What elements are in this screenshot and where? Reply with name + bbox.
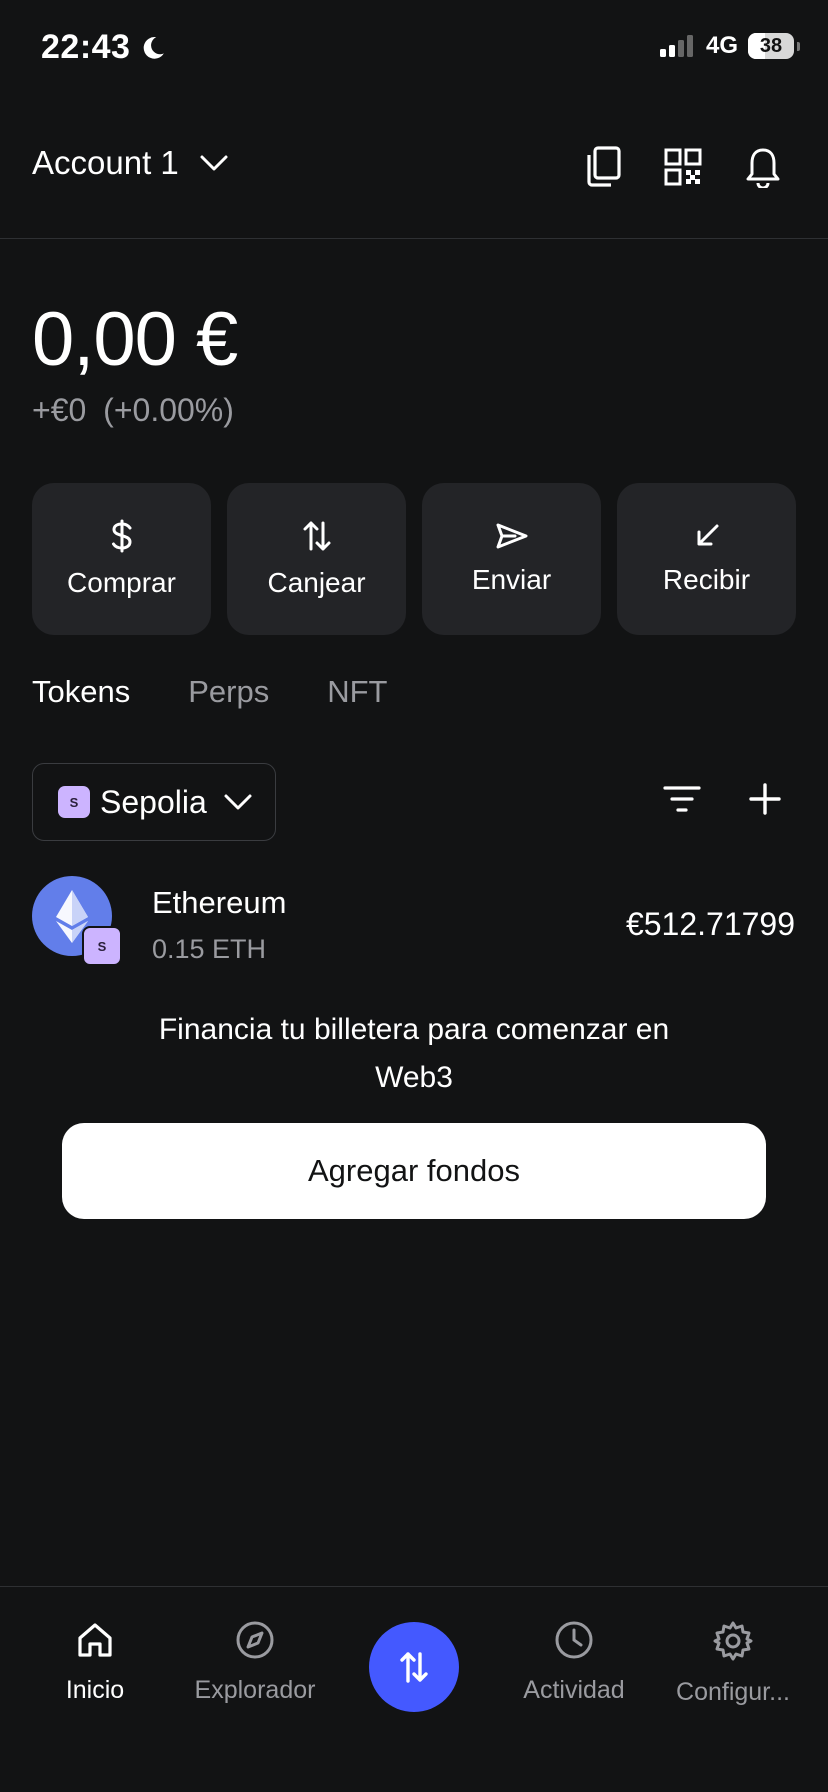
token-row[interactable]: S Ethereum 0.15 ETH €512.71799: [0, 866, 828, 976]
chevron-down-icon: [200, 155, 228, 171]
tab-tokens[interactable]: Tokens: [32, 674, 130, 710]
account-label: Account 1: [32, 144, 179, 181]
header-actions: [584, 146, 782, 188]
token-network-badge: S: [82, 926, 122, 966]
account-selector[interactable]: Account 1: [32, 144, 229, 182]
balance-change: +€0 (+0.00%): [32, 392, 234, 429]
notifications-button[interactable]: [744, 146, 782, 188]
filter-button[interactable]: [662, 784, 702, 814]
nav-divider: [0, 1586, 828, 1587]
compass-icon: [236, 1621, 274, 1659]
send-label: Enviar: [471, 564, 552, 595]
nav-item-home[interactable]: Inicio: [15, 1620, 175, 1705]
token-value: €512.71799: [625, 906, 795, 942]
swap-label: Canjear: [267, 567, 366, 598]
signal-icon: [659, 35, 693, 57]
status-time: 22:43: [41, 28, 166, 67]
send-icon: [496, 523, 527, 549]
token-name: Ethereum: [152, 885, 287, 920]
battery-indicator: 38: [748, 33, 800, 59]
nav-label-home: Inicio: [65, 1676, 125, 1704]
qr-code-icon: [664, 148, 702, 186]
balance-change-percent: (+0.00%): [103, 392, 234, 428]
receive-button[interactable]: Recibir: [617, 483, 796, 635]
nav-label-settings: Configur...: [676, 1678, 790, 1706]
nav-label-explorer: Explorador: [194, 1676, 316, 1704]
nav-item-explorer[interactable]: Explorador: [175, 1620, 335, 1705]
network-selector[interactable]: S Sepolia: [32, 763, 276, 841]
nav-item-activity[interactable]: Actividad: [494, 1620, 654, 1705]
swap-arrows-icon: [303, 521, 330, 551]
plus-icon: [749, 783, 781, 815]
tab-perps[interactable]: Perps: [188, 674, 269, 710]
gear-icon: [713, 1621, 753, 1661]
add-funds-button[interactable]: Agregar fondos: [62, 1123, 766, 1219]
token-amount: 0.15 ETH: [152, 934, 267, 964]
buy-button[interactable]: Comprar: [32, 483, 211, 635]
swap-button[interactable]: Canjear: [227, 483, 406, 635]
header-divider: [0, 238, 828, 239]
receive-label: Recibir: [662, 564, 751, 595]
receive-arrow-icon: [697, 524, 718, 546]
nav-label-activity: Actividad: [523, 1676, 625, 1704]
home-icon: [78, 1623, 112, 1657]
status-indicators: 4G 38: [659, 32, 800, 60]
total-balance: 0,00 €: [32, 297, 238, 382]
network-type: 4G: [705, 32, 738, 59]
swap-fab-button[interactable]: [369, 1622, 459, 1712]
battery-level: 38: [759, 34, 783, 57]
nav-item-settings[interactable]: Configur...: [653, 1620, 813, 1707]
asset-tabs: Tokens Perps NFT: [32, 674, 387, 710]
chevron-down-icon: [224, 794, 252, 810]
action-buttons: Comprar Canjear Enviar Recibir: [32, 483, 796, 635]
fund-wallet-message: Financia tu billetera para comenzar en W…: [158, 1013, 670, 1094]
send-button[interactable]: Enviar: [422, 483, 601, 635]
balance-change-amount: +€0: [32, 392, 87, 428]
dollar-icon: [111, 519, 132, 553]
moon-icon: [144, 36, 165, 59]
swap-arrows-icon: [400, 1652, 428, 1683]
buy-label: Comprar: [67, 567, 176, 598]
network-badge: S: [58, 786, 90, 818]
qr-code-button[interactable]: [664, 146, 702, 188]
clock-text: 22:43: [41, 28, 131, 66]
filter-icon: [663, 786, 701, 812]
token-list-tools: [662, 782, 782, 816]
clock-icon: [555, 1621, 593, 1659]
copy-icon: [587, 146, 621, 187]
add-token-button[interactable]: [748, 782, 782, 816]
network-label: Sepolia: [100, 783, 207, 820]
tab-nft[interactable]: NFT: [327, 674, 387, 710]
bell-icon: [746, 148, 780, 188]
copy-address-button[interactable]: [584, 146, 622, 188]
